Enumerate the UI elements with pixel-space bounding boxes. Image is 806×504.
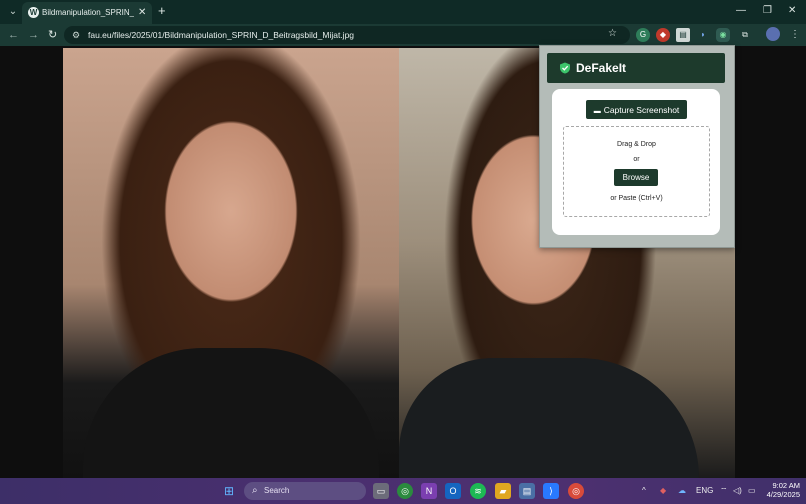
portrait-photo-left [63, 48, 399, 478]
notepad-icon[interactable]: ▤ [519, 483, 535, 499]
search-placeholder: Search [264, 486, 290, 495]
clock[interactable]: 9:02 AM 4/29/2025 [760, 481, 800, 499]
tab-strip: ⌄ W Bildmanipulation_SPRIN_D_Beit ✕ + — … [0, 0, 806, 24]
popup-header: DeFakeIt [547, 53, 725, 83]
shield-check-icon [560, 62, 570, 74]
wordpress-favicon-icon: W [28, 7, 39, 18]
forward-button[interactable]: → [28, 28, 39, 42]
tray-chevron-icon[interactable]: ^ [642, 484, 646, 498]
portrait-right-shirt [399, 358, 699, 478]
extension-red-icon[interactable]: ◆ [656, 28, 670, 42]
defakeit-popup: DeFakeIt ▬ Capture Screenshot Drag & Drop… [539, 45, 735, 248]
extension-audio-icon[interactable]: ◗ [696, 28, 710, 42]
file-explorer-icon[interactable]: ▰ [495, 483, 511, 499]
paste-hint: or Paste (Ctrl+V) [610, 195, 663, 202]
or-label: or [633, 156, 640, 163]
capture-screenshot-label: Capture Screenshot [603, 104, 680, 115]
search-icon: ⌕ [252, 485, 258, 496]
browser-menu-icon[interactable]: ⋮ [790, 28, 800, 42]
tab-title: Bildmanipulation_SPRIN_D_Beit [42, 8, 134, 17]
extension-doc-icon[interactable]: ▤ [676, 28, 690, 42]
defakeit-extension-icon[interactable]: ◉ [716, 28, 730, 42]
extension-title: DeFakeIt [576, 61, 627, 75]
portrait-left-shirt [83, 348, 379, 478]
camera-icon: ▬ [593, 107, 601, 115]
battery-icon[interactable]: ▭ [748, 484, 756, 498]
wifi-icon[interactable]: ⌔ [720, 484, 728, 498]
popup-card: ▬ Capture Screenshot Drag & Drop or Brows… [552, 89, 720, 235]
minimize-button[interactable]: — [736, 4, 746, 18]
reload-button[interactable]: ↻ [48, 28, 57, 42]
extension-g-icon[interactable]: G [636, 28, 650, 42]
vscode-icon[interactable]: ⟩ [543, 483, 559, 499]
drop-zone[interactable]: Drag & Drop or Browse or Paste (Ctrl+V) [563, 126, 710, 217]
address-bar[interactable]: ⚙ fau.eu/files/2025/01/Bildmanipulation_… [64, 26, 630, 44]
restore-button[interactable]: ❐ [763, 4, 772, 18]
spotify-icon[interactable]: ≋ [470, 483, 486, 499]
chrome-icon[interactable]: ◎ [397, 483, 413, 499]
onedrive-icon[interactable]: ☁ [678, 484, 686, 498]
tray-app-icon[interactable]: ◆ [660, 484, 666, 498]
task-view-icon[interactable]: ▭ [373, 483, 389, 499]
clock-time: 9:02 AM [772, 481, 800, 490]
url-text: fau.eu/files/2025/01/Bildmanipulation_SP… [88, 30, 355, 40]
tab-close-icon[interactable]: ✕ [138, 6, 146, 20]
chrome-profile-icon[interactable]: ◎ [568, 483, 584, 499]
volume-icon[interactable]: ◁) [733, 484, 742, 498]
browser-tab-active[interactable]: W Bildmanipulation_SPRIN_D_Beit ✕ [22, 2, 152, 24]
outlook-icon[interactable]: O [445, 483, 461, 499]
back-button[interactable]: ← [8, 28, 19, 42]
profile-avatar[interactable] [766, 27, 780, 41]
windows-start-icon[interactable]: ⊞ [221, 483, 237, 499]
taskbar-search[interactable]: ⌕ Search [244, 482, 366, 500]
windows-taskbar: ⊞ ⌕ Search ▭ ◎ N O ≋ ▰ ▤ ⟩ ◎ ^ ◆ ☁ ENG ⌔… [0, 478, 806, 504]
language-indicator[interactable]: ENG [696, 484, 713, 498]
browser-toolbar: ← → ↻ ⚙ fau.eu/files/2025/01/Bildmanipul… [0, 24, 806, 46]
bookmark-star-icon[interactable]: ☆ [608, 27, 617, 41]
site-info-icon[interactable]: ⚙ [72, 28, 80, 42]
extensions-puzzle-icon[interactable]: ⧉ [738, 28, 752, 42]
capture-screenshot-button[interactable]: ▬ Capture Screenshot [586, 100, 687, 119]
clock-date: 4/29/2025 [766, 490, 800, 499]
tab-search-icon[interactable]: ⌄ [6, 5, 20, 19]
drag-drop-label: Drag & Drop [617, 141, 656, 148]
browse-button[interactable]: Browse [614, 169, 658, 186]
new-tab-button[interactable]: + [158, 3, 166, 19]
onenote-icon[interactable]: N [421, 483, 437, 499]
close-window-button[interactable]: ✕ [788, 4, 796, 18]
